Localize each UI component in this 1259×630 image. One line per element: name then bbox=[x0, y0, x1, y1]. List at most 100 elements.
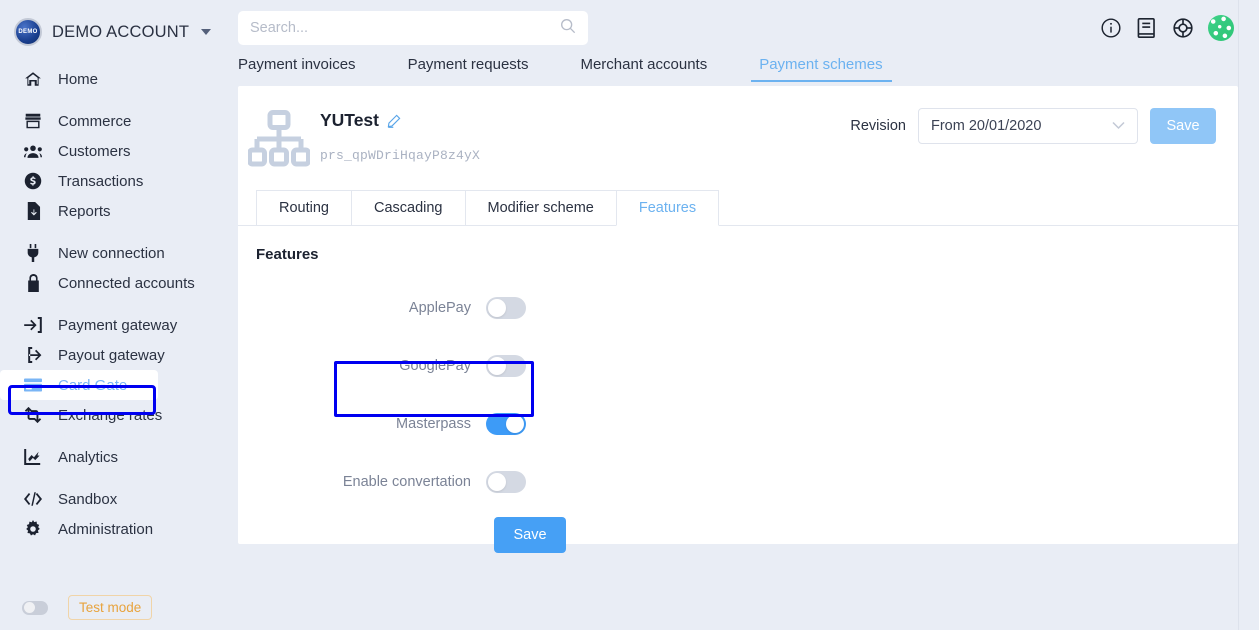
file-report-icon bbox=[24, 202, 42, 220]
sidebar-item-home[interactable]: Home bbox=[0, 64, 230, 94]
tab-features[interactable]: Features bbox=[615, 190, 720, 226]
user-avatar[interactable] bbox=[1208, 15, 1234, 41]
code-icon bbox=[24, 490, 42, 508]
sign-in-icon bbox=[24, 316, 42, 334]
search-box[interactable] bbox=[238, 11, 588, 45]
page-title: YUTest bbox=[320, 110, 379, 130]
tab-modifier-scheme[interactable]: Modifier scheme bbox=[464, 190, 616, 226]
exchange-icon bbox=[24, 406, 42, 424]
sign-out-icon bbox=[24, 346, 42, 364]
main-area: Payment invoices Payment requests Mercha… bbox=[230, 0, 1259, 630]
book-icon[interactable] bbox=[1136, 17, 1158, 39]
users-icon bbox=[24, 142, 42, 160]
revision-block: Revision From 20/01/2020 Save bbox=[850, 108, 1216, 144]
enable-convertation-toggle[interactable] bbox=[486, 471, 526, 493]
feature-label: Masterpass bbox=[396, 416, 471, 432]
sidebar-item-administration[interactable]: Administration bbox=[0, 514, 230, 544]
revision-select[interactable]: From 20/01/2020 bbox=[918, 108, 1138, 144]
feature-label: ApplePay bbox=[408, 300, 471, 316]
sidebar-item-label: Transactions bbox=[58, 172, 144, 190]
sidebar-item-customers[interactable]: Customers bbox=[0, 136, 230, 166]
inner-tabs: Routing Cascading Modifier scheme Featur… bbox=[256, 190, 1238, 226]
nav-group: Analytics bbox=[0, 442, 230, 472]
sidebar-item-card-gate[interactable]: Card Gate bbox=[0, 370, 158, 400]
sidebar-item-label: Exchange rates bbox=[58, 406, 163, 424]
dollar-circle-icon bbox=[24, 172, 42, 190]
revision-selected-value: From 20/01/2020 bbox=[931, 118, 1042, 134]
sidebar-item-label: Sandbox bbox=[58, 490, 118, 508]
sidebar-item-label: New connection bbox=[58, 244, 165, 262]
home-icon bbox=[24, 70, 42, 88]
sidebar-item-exchange-rates[interactable]: Exchange rates bbox=[0, 400, 230, 430]
account-avatar: DEMO bbox=[14, 18, 42, 46]
chevron-down-icon bbox=[1112, 118, 1125, 134]
sidebar-item-commerce[interactable]: Commerce bbox=[0, 106, 230, 136]
lock-icon bbox=[24, 274, 42, 292]
tab-payment-invoices[interactable]: Payment invoices bbox=[238, 56, 356, 82]
test-mode-badge[interactable]: Test mode bbox=[68, 595, 153, 620]
sidebar-item-transactions[interactable]: Transactions bbox=[0, 166, 230, 196]
pencil-icon[interactable] bbox=[387, 114, 401, 128]
tab-routing[interactable]: Routing bbox=[256, 190, 351, 226]
scheme-header: YUTest prs_qpWDriHqayP8z4yX Revision Fro… bbox=[238, 86, 1238, 168]
nav-group: Sandbox Administration bbox=[0, 484, 230, 544]
scheme-meta: YUTest prs_qpWDriHqayP8z4yX bbox=[320, 102, 480, 163]
lifebuoy-support-icon[interactable] bbox=[1172, 17, 1194, 39]
tab-cascading[interactable]: Cascading bbox=[350, 190, 465, 226]
feature-row-applepay: ApplePay bbox=[256, 279, 1238, 337]
tab-payment-schemes[interactable]: Payment schemes bbox=[751, 56, 893, 82]
test-mode-row: Test mode bbox=[22, 595, 153, 620]
tab-payment-requests[interactable]: Payment requests bbox=[408, 56, 529, 82]
test-mode-toggle[interactable] bbox=[22, 600, 48, 615]
scheme-title-row: YUTest bbox=[320, 110, 480, 131]
applepay-toggle[interactable] bbox=[486, 297, 526, 319]
gear-icon bbox=[24, 520, 42, 538]
save-revision-button[interactable]: Save bbox=[1150, 108, 1216, 144]
chart-line-icon bbox=[24, 448, 42, 466]
sidebar-item-sandbox[interactable]: Sandbox bbox=[0, 484, 230, 514]
sidebar-item-label: Analytics bbox=[58, 448, 119, 466]
googlepay-toggle[interactable] bbox=[486, 355, 526, 377]
save-features-button[interactable]: Save bbox=[494, 517, 566, 553]
sidebar-item-label: Administration bbox=[58, 520, 154, 538]
sidebar: DEMO DEMO ACCOUNT Home Commerce Customer… bbox=[0, 0, 230, 630]
account-name: DEMO ACCOUNT bbox=[52, 22, 190, 41]
sidebar-item-connected-accounts[interactable]: Connected accounts bbox=[0, 268, 230, 298]
sidebar-item-label: Payout gateway bbox=[58, 346, 165, 364]
sitemap-icon bbox=[238, 102, 320, 168]
sidebar-item-new-connection[interactable]: New connection bbox=[0, 238, 230, 268]
sidebar-item-payout-gateway[interactable]: Payout gateway bbox=[0, 340, 230, 370]
chevron-down-icon bbox=[201, 29, 212, 35]
revision-label: Revision bbox=[850, 118, 906, 134]
scheme-card: YUTest prs_qpWDriHqayP8z4yX Revision Fro… bbox=[238, 86, 1238, 553]
topbar bbox=[230, 0, 1238, 56]
tab-merchant-accounts[interactable]: Merchant accounts bbox=[580, 56, 707, 82]
sidebar-item-label: Home bbox=[58, 70, 99, 88]
masterpass-toggle[interactable] bbox=[486, 413, 526, 435]
nav-group: Payment gateway Payout gateway Card Gate… bbox=[0, 310, 230, 430]
account-switcher[interactable]: DEMO DEMO ACCOUNT bbox=[0, 12, 230, 52]
sidebar-item-label: Card Gate bbox=[58, 376, 128, 394]
search-icon[interactable] bbox=[560, 18, 576, 39]
sidebar-item-label: Payment gateway bbox=[58, 316, 178, 334]
sidebar-item-label: Commerce bbox=[58, 112, 132, 130]
sidebar-item-reports[interactable]: Reports bbox=[0, 196, 230, 226]
scheme-id: prs_qpWDriHqayP8z4yX bbox=[320, 148, 481, 163]
sidebar-item-analytics[interactable]: Analytics bbox=[0, 442, 230, 472]
feature-row-masterpass: Masterpass bbox=[256, 395, 1238, 453]
feature-row-enable-convertation: Enable convertation bbox=[256, 453, 1238, 511]
feature-label: GooglePay bbox=[399, 358, 471, 374]
info-circle-icon[interactable] bbox=[1100, 17, 1122, 39]
search-input[interactable] bbox=[250, 20, 560, 36]
right-rail bbox=[1238, 0, 1259, 630]
features-heading: Features bbox=[256, 246, 319, 263]
main-tabs: Payment invoices Payment requests Mercha… bbox=[230, 56, 1238, 86]
credit-card-icon bbox=[24, 376, 42, 394]
topbar-icons bbox=[1100, 15, 1238, 41]
account-avatar-label: DEMO bbox=[18, 29, 38, 35]
nav-group: New connection Connected accounts bbox=[0, 238, 230, 298]
plug-icon bbox=[24, 244, 42, 262]
sidebar-item-payment-gateway[interactable]: Payment gateway bbox=[0, 310, 230, 340]
feature-row-googlepay: GooglePay bbox=[256, 337, 1238, 395]
features-panel: Features ApplePay GooglePay Masterpass E… bbox=[238, 226, 1238, 553]
